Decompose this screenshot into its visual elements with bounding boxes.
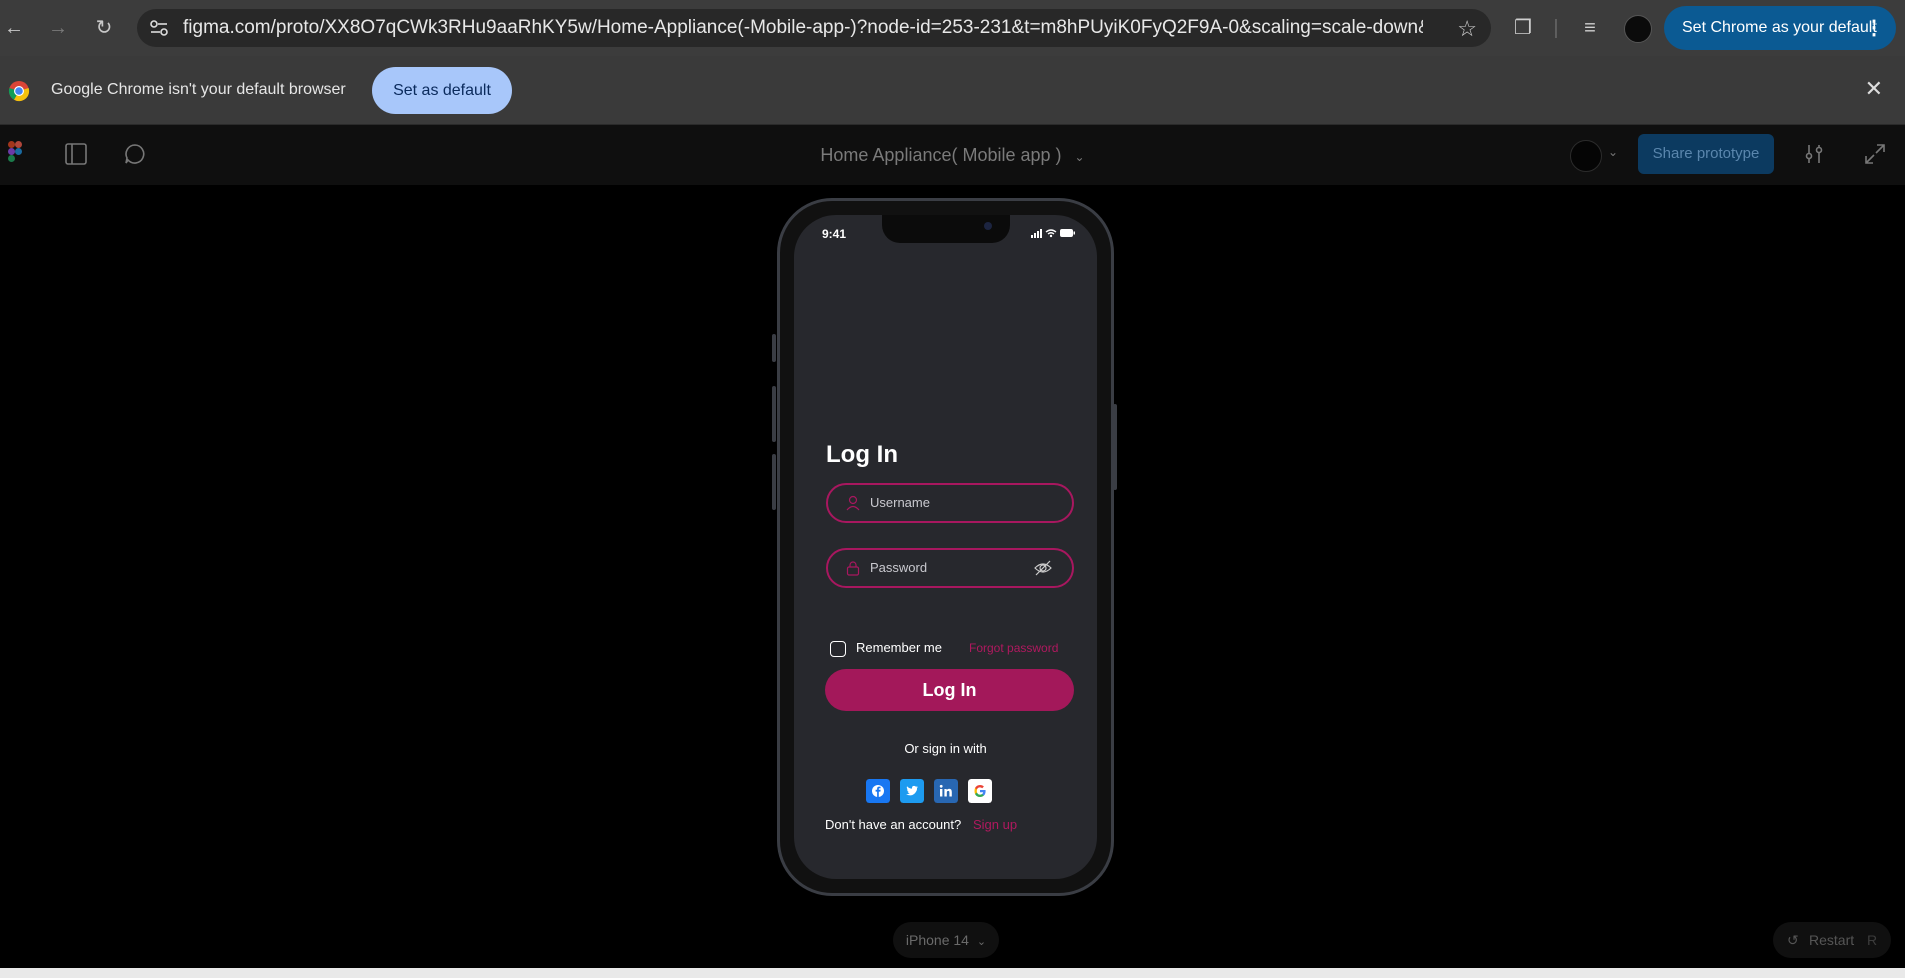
browser-toolbar: ← → ↻ figma.com/proto/XX8O7qCWk3RHu9aaRh… xyxy=(0,0,1905,56)
chrome-logo-icon xyxy=(8,81,30,102)
avatar[interactable] xyxy=(1570,140,1602,172)
back-icon[interactable]: ← xyxy=(0,14,28,42)
bookmark-star-icon[interactable]: ☆ xyxy=(1457,16,1477,42)
username-placeholder: Username xyxy=(870,495,930,510)
set-chrome-default-pill[interactable]: Set Chrome as your default ⋮ xyxy=(1664,6,1896,50)
or-sign-in-with-label: Or sign in with xyxy=(904,741,987,756)
status-time: 9:41 xyxy=(822,227,847,241)
remember-me-checkbox[interactable] xyxy=(830,641,846,657)
default-browser-infobar: Google Chrome isn't your default browser… xyxy=(0,56,1905,125)
toolbar-divider: | xyxy=(1553,17,1559,39)
address-bar[interactable]: figma.com/proto/XX8O7qCWk3RHu9aaRhKY5w/H… xyxy=(137,9,1491,47)
signal-wifi-battery-icon xyxy=(1031,229,1075,238)
chevron-down-icon[interactable]: ⌄ xyxy=(1608,145,1618,159)
twitter-icon[interactable] xyxy=(900,779,924,803)
google-icon[interactable] xyxy=(968,779,992,803)
share-prototype-button[interactable]: Share prototype xyxy=(1638,134,1774,174)
iphone-frame: 9:41 Log In Username Password Remember m… xyxy=(777,198,1114,896)
restart-button[interactable]: ↺ Restart R xyxy=(1773,922,1891,958)
extensions-icon[interactable]: ❐ xyxy=(1509,14,1537,42)
phone-side-button xyxy=(772,386,776,442)
password-placeholder: Password xyxy=(870,560,928,575)
fullscreen-icon[interactable] xyxy=(1862,141,1888,167)
restart-label: Restart xyxy=(1809,932,1855,948)
media-queue-icon[interactable]: ≡ xyxy=(1576,14,1604,42)
eye-off-icon[interactable] xyxy=(1034,559,1052,577)
url-text[interactable]: figma.com/proto/XX8O7qCWk3RHu9aaRhKY5w/H… xyxy=(183,9,1423,47)
site-settings-icon[interactable] xyxy=(149,19,169,37)
page-title: Log In xyxy=(826,441,898,468)
phone-side-button xyxy=(772,334,776,362)
more-menu-icon[interactable]: ⋮ xyxy=(1864,6,1884,50)
forgot-password-link[interactable]: Forgot password xyxy=(969,641,1058,655)
status-bar-icons xyxy=(1031,228,1075,241)
restart-shortcut-key: R xyxy=(1867,932,1878,948)
settings-sliders-icon[interactable] xyxy=(1801,141,1827,167)
no-account-text: Don't have an account? xyxy=(825,817,962,832)
profile-avatar[interactable] xyxy=(1624,15,1652,43)
close-icon[interactable]: ✕ xyxy=(1865,76,1883,102)
infobar-message: Google Chrome isn't your default browser xyxy=(51,81,346,98)
reload-icon[interactable]: ↻ xyxy=(90,14,118,42)
camera-icon xyxy=(984,222,992,230)
project-title-text: Home Appliance( Mobile app ) xyxy=(820,145,1062,165)
phone-side-button xyxy=(772,454,776,510)
remember-me-label: Remember me xyxy=(856,640,942,655)
chevron-down-icon: ⌄ xyxy=(1074,150,1085,164)
restart-icon: ↺ xyxy=(1787,932,1799,948)
phone-notch xyxy=(882,215,1010,243)
user-icon xyxy=(846,495,860,511)
set-as-default-button[interactable]: Set as default xyxy=(372,67,512,114)
facebook-icon[interactable] xyxy=(866,779,890,803)
set-chrome-default-label: Set Chrome as your default xyxy=(1682,19,1877,36)
project-title[interactable]: Home Appliance( Mobile app ) ⌄ xyxy=(0,125,1905,187)
linkedin-icon[interactable] xyxy=(934,779,958,803)
username-field[interactable]: Username xyxy=(826,483,1074,523)
login-button[interactable]: Log In xyxy=(825,669,1074,711)
chevron-down-icon: ⌄ xyxy=(976,936,987,948)
figma-prototype-toolbar: Home Appliance( Mobile app ) ⌄ ⌄ Share p… xyxy=(0,125,1905,185)
lock-icon xyxy=(846,561,860,576)
device-selector[interactable]: iPhone 14 ⌄ xyxy=(893,922,999,958)
device-label: iPhone 14 xyxy=(905,932,969,948)
sign-up-link[interactable]: Sign up xyxy=(973,817,1017,832)
forward-icon[interactable]: → xyxy=(44,14,72,42)
login-screen: 9:41 Log In Username Password Remember m… xyxy=(794,215,1097,879)
password-field[interactable]: Password xyxy=(826,548,1074,588)
taskbar-strip xyxy=(0,968,1905,978)
